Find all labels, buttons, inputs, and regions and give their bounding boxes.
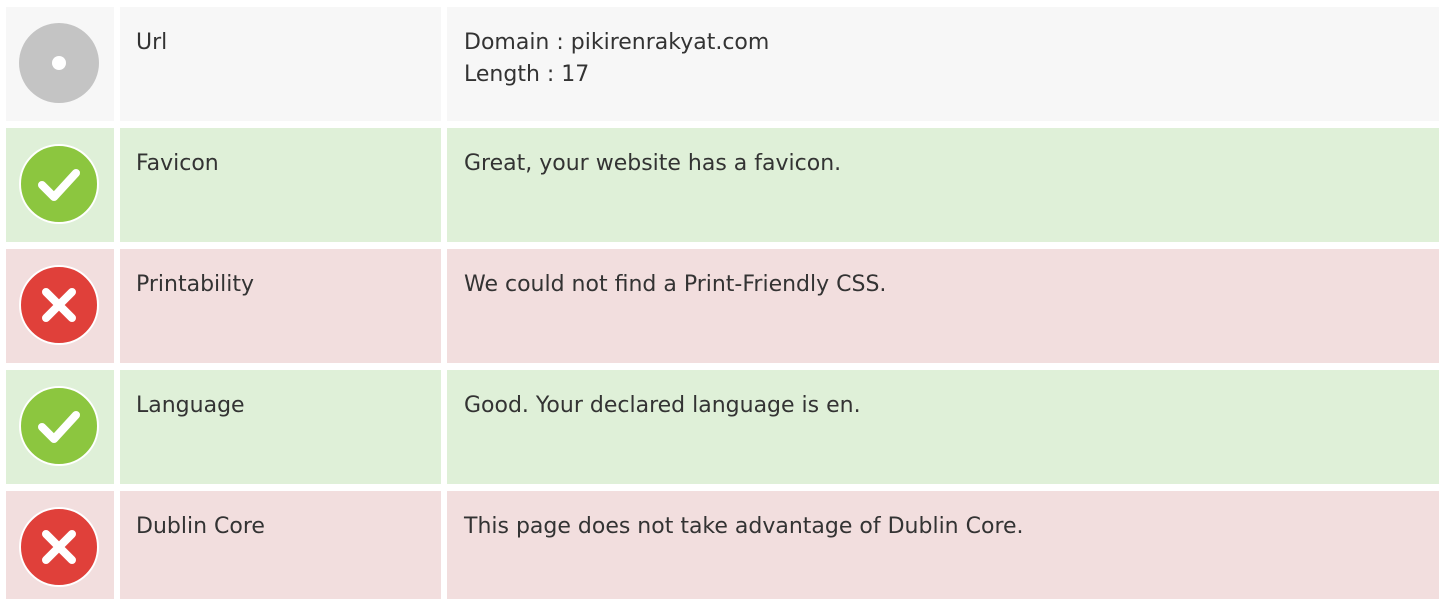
row-value: Good. Your declared language is en. [447,370,1439,484]
cross-icon [19,265,99,345]
row-value: We could not find a Print-Friendly CSS. [447,249,1439,363]
status-cell [6,370,114,484]
status-cell [6,128,114,242]
favicon-result-text: Great, your website has a favicon. [464,151,842,176]
row-label: Dublin Core [120,491,441,599]
status-cell [6,7,114,121]
check-icon [19,144,99,224]
seo-report-table: Url Domain : pikirenrakyat.com Length : … [0,0,1450,599]
cross-icon [19,507,99,587]
language-result-text: Good. Your declared language is en. [464,393,861,418]
neutral-dot-icon [19,23,99,103]
check-icon [19,386,99,466]
row-label: Url [120,7,441,121]
row-value: Great, your website has a favicon. [447,128,1439,242]
row-label: Language [120,370,441,484]
row-label: Favicon [120,128,441,242]
row-label: Printability [120,249,441,363]
report-row-favicon: Favicon Great, your website has a favico… [6,128,1439,242]
length-text: Length : 17 [464,62,590,87]
printability-result-text: We could not find a Print-Friendly CSS. [464,272,887,297]
row-value: This page does not take advantage of Dub… [447,491,1439,599]
row-value: Domain : pikirenrakyat.com Length : 17 [447,7,1439,121]
domain-text: Domain : pikirenrakyat.com [464,30,770,55]
report-row-language: Language Good. Your declared language is… [6,370,1439,484]
report-row-dublin-core: Dublin Core This page does not take adva… [6,491,1439,599]
report-row-url: Url Domain : pikirenrakyat.com Length : … [6,7,1439,121]
report-row-printability: Printability We could not find a Print-F… [6,249,1439,363]
status-cell [6,491,114,599]
dublin-core-result-text: This page does not take advantage of Dub… [464,514,1024,539]
status-cell [6,249,114,363]
